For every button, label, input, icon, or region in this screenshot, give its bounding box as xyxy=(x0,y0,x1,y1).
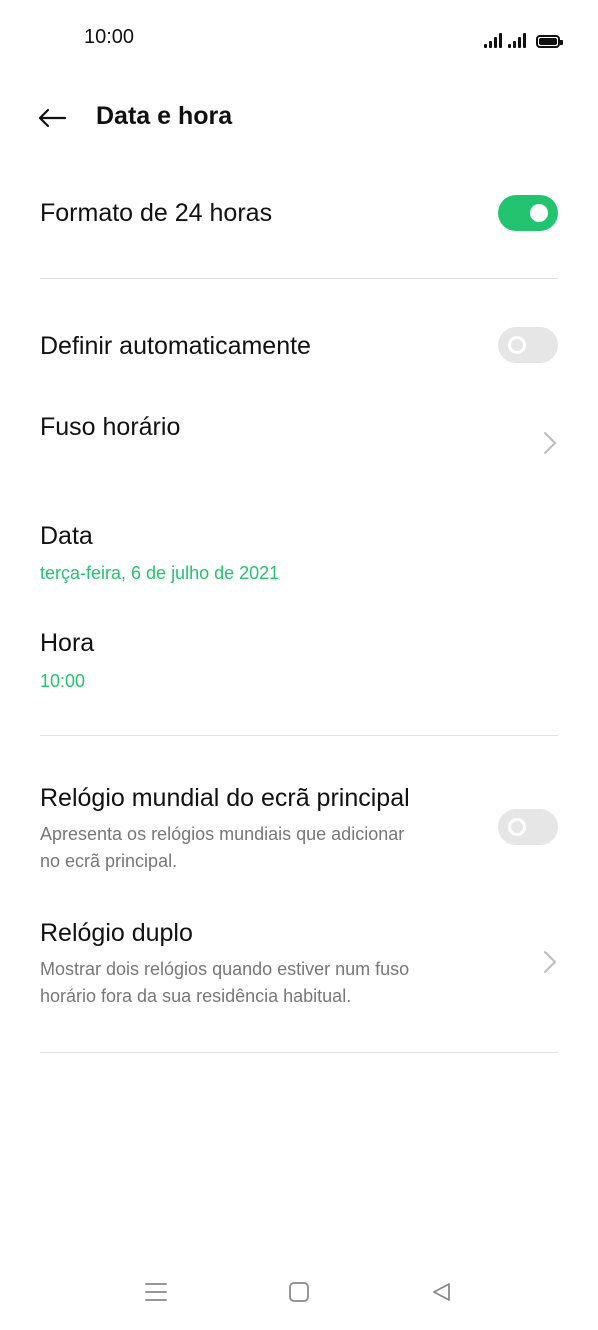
dual-clock-desc-line2: horário fora da sua residência habitual. xyxy=(40,986,352,1006)
world-clock-toggle[interactable] xyxy=(498,809,558,845)
toggle-knob xyxy=(530,204,548,222)
back-arrow-icon xyxy=(38,108,67,128)
world-clock-desc-line1: Apresenta os relógios mundiais que adici… xyxy=(40,824,405,844)
home-button[interactable] xyxy=(277,1272,321,1312)
menu-icon xyxy=(145,1283,167,1301)
nav-back-button[interactable] xyxy=(419,1272,463,1312)
dual-clock-label[interactable]: Relógio duplo xyxy=(40,919,193,948)
signal-icon xyxy=(484,32,502,48)
format24-label: Formato de 24 horas xyxy=(40,199,273,227)
date-label[interactable]: Data xyxy=(40,522,93,551)
world-clock-desc-line2: no ecrã principal. xyxy=(40,851,178,871)
status-icons xyxy=(484,28,563,48)
divider xyxy=(40,1052,558,1053)
world-clock-description: Apresenta os relógios mundiais que adici… xyxy=(40,821,470,875)
battery-icon xyxy=(536,35,563,48)
divider xyxy=(40,735,558,736)
divider xyxy=(40,278,558,279)
auto-set-label: Definir automaticamente xyxy=(40,332,311,360)
timezone-label[interactable]: Fuso horário xyxy=(40,413,180,442)
time-value: 10:00 xyxy=(40,671,86,691)
back-triangle-icon xyxy=(433,1283,450,1301)
world-clock-label: Relógio mundial do ecrã principal xyxy=(40,784,410,812)
status-time: 10:00 xyxy=(84,26,135,48)
back-button[interactable] xyxy=(30,100,74,136)
recent-apps-button[interactable] xyxy=(134,1272,178,1312)
dual-clock-description: Mostrar dois relógios quando estiver num… xyxy=(40,956,470,1010)
auto-set-toggle[interactable] xyxy=(498,327,558,363)
format24-toggle[interactable] xyxy=(498,195,558,231)
date-value: terça-feira, 6 de julho de 2021 xyxy=(40,563,280,583)
chevron-right-icon[interactable] xyxy=(542,431,558,455)
toggle-knob xyxy=(508,336,526,354)
time-label[interactable]: Hora xyxy=(40,629,94,658)
signal-icon-2 xyxy=(508,32,526,48)
dual-clock-desc-line1: Mostrar dois relógios quando estiver num… xyxy=(40,959,410,979)
home-square-icon xyxy=(289,1282,309,1302)
toggle-knob xyxy=(508,818,526,836)
chevron-right-icon[interactable] xyxy=(542,950,558,974)
page-title: Data e hora xyxy=(96,102,233,130)
